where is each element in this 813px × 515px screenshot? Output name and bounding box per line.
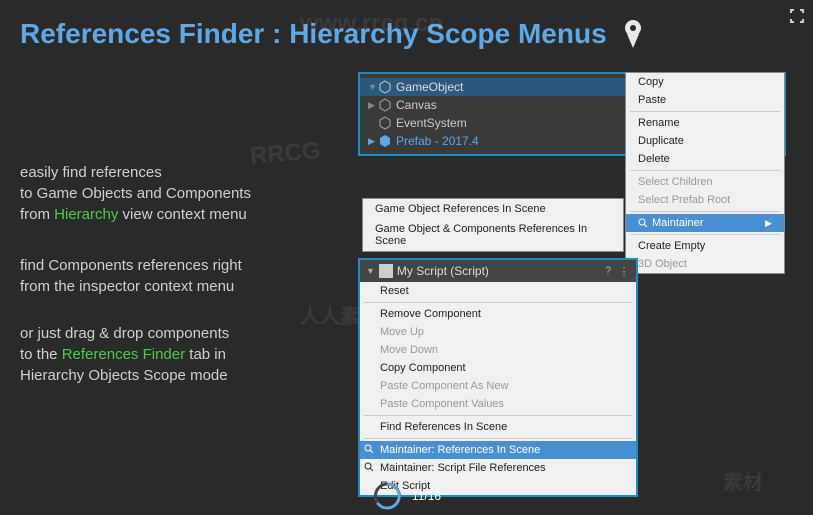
chevron-right-icon: ▶ <box>765 218 772 229</box>
context-menu-inspector: Reset Remove Component Move Up Move Down… <box>360 282 636 495</box>
description-block-3: or just drag & drop components to the Re… <box>20 323 229 386</box>
ctx-copy-component[interactable]: Copy Component <box>360 359 636 377</box>
context-menu-hierarchy: Copy Paste Rename Duplicate Delete Selec… <box>625 72 785 274</box>
ctx-select-children: Select Children <box>626 173 784 191</box>
prefab-icon <box>378 134 392 148</box>
ctx-paste-values: Paste Component Values <box>360 395 636 413</box>
separator <box>630 170 780 171</box>
search-icon <box>364 444 374 454</box>
chevron-right-icon: ▶ <box>368 100 378 111</box>
ctx-delete[interactable]: Delete <box>626 150 784 168</box>
separator <box>364 415 632 416</box>
description-block-1: easily find references to Game Objects a… <box>20 162 251 225</box>
chevron-down-icon: ▼ <box>366 266 375 276</box>
progress-arc-icon <box>372 481 402 511</box>
inspector-panel: ▼ My Script (Script) ? ⋮ Reset Remove Co… <box>358 258 638 497</box>
ctx-paste-as-new: Paste Component As New <box>360 377 636 395</box>
page-number: 11/16 <box>412 489 441 503</box>
separator <box>364 302 632 303</box>
ctx-rename[interactable]: Rename <box>626 114 784 132</box>
ctx-copy[interactable]: Copy <box>626 73 784 91</box>
ctx-move-down: Move Down <box>360 341 636 359</box>
script-icon <box>379 264 393 278</box>
ctx-remove-component[interactable]: Remove Component <box>360 305 636 323</box>
watermark: 素材 <box>723 466 763 495</box>
ctx-paste[interactable]: Paste <box>626 91 784 109</box>
submenu-go-comp-refs[interactable]: Game Object & Components References In S… <box>363 219 623 251</box>
inspector-title: My Script (Script) <box>397 264 489 278</box>
highlight-references-finder: References Finder <box>62 346 185 363</box>
search-icon <box>364 462 374 472</box>
separator <box>630 234 780 235</box>
search-icon <box>638 218 648 228</box>
ctx-select-prefab-root: Select Prefab Root <box>626 191 784 209</box>
ctx-maintainer-script[interactable]: Maintainer: Script File References <box>360 459 636 477</box>
description-block-2: find Components references right from th… <box>20 255 242 297</box>
separator <box>630 111 780 112</box>
help-icon[interactable]: ? <box>602 265 614 277</box>
menu-icon[interactable]: ⋮ <box>618 265 630 277</box>
page-indicator: 11/16 <box>372 481 441 511</box>
watermark: RRCG <box>249 137 322 171</box>
separator <box>630 211 780 212</box>
ctx-3d-object[interactable]: 3D Object <box>626 255 784 273</box>
ctx-maintainer[interactable]: Maintainer ▶ <box>626 214 784 232</box>
chevron-down-icon: ▼ <box>368 82 378 92</box>
cube-icon <box>378 80 392 94</box>
ctx-create-empty[interactable]: Create Empty <box>626 237 784 255</box>
ctx-maintainer-refs[interactable]: Maintainer: References In Scene <box>360 441 636 459</box>
ctx-duplicate[interactable]: Duplicate <box>626 132 784 150</box>
ctx-move-up: Move Up <box>360 323 636 341</box>
highlight-hierarchy: Hierarchy <box>54 206 118 223</box>
chevron-right-icon: ▶ <box>368 136 378 147</box>
page-title: References Finder : Hierarchy Scope Menu… <box>0 0 813 60</box>
fullscreen-icon[interactable] <box>789 8 805 24</box>
ctx-find-refs[interactable]: Find References In Scene <box>360 418 636 436</box>
cube-icon <box>378 98 392 112</box>
submenu-maintainer: Game Object References In Scene Game Obj… <box>362 198 624 252</box>
cube-icon <box>378 116 392 130</box>
separator <box>364 438 632 439</box>
submenu-go-refs[interactable]: Game Object References In Scene <box>363 199 623 219</box>
gear-logo-icon <box>617 18 649 50</box>
inspector-header[interactable]: ▼ My Script (Script) ? ⋮ <box>360 260 636 282</box>
ctx-reset[interactable]: Reset <box>360 282 636 300</box>
